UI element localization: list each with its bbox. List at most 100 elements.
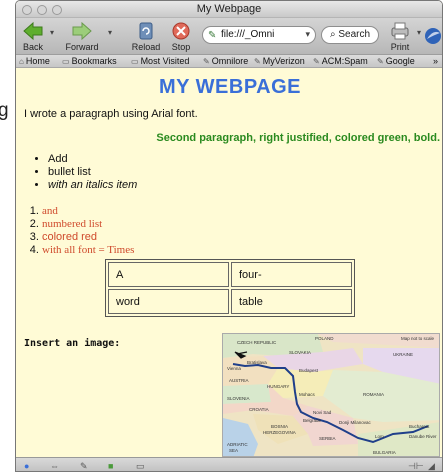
table-row: word table	[108, 289, 352, 314]
map-label: Danube River	[409, 434, 437, 439]
forward-arrow-icon	[72, 21, 92, 41]
map-label: CROATIA	[249, 407, 269, 412]
bookmark-google[interactable]: ✎ Google	[377, 56, 415, 66]
list-item: with all font = Times	[42, 244, 134, 257]
danube-map-image: CZECH REPUBLIC POLAND Map not to scale S…	[222, 333, 440, 457]
search-icon: ⌕	[330, 29, 336, 40]
folder-icon: ▭	[62, 57, 70, 66]
search-button[interactable]: ⌕ Search	[321, 26, 379, 44]
table-cell: A	[108, 262, 229, 287]
bookmarks-overflow-chevron-icon[interactable]: »	[433, 56, 438, 66]
list-item: numbered list	[42, 218, 134, 231]
numbered-list: and numbered list colored red with all f…	[26, 205, 134, 257]
forward-history-chevron-icon[interactable]: ▾	[108, 28, 112, 37]
map-drawing: CZECH REPUBLIC POLAND Map not to scale S…	[223, 334, 439, 456]
title-bar: My Webpage	[16, 1, 442, 18]
back-history-chevron-icon[interactable]: ▾	[50, 28, 54, 37]
bookmark-omnilore[interactable]: ✎ Omnilore	[203, 56, 248, 66]
printer-icon	[391, 22, 409, 40]
status-bar: ● ⇔ ✎ ■ ▭ ⊣⊢ ◢	[16, 457, 442, 471]
print-button[interactable]: Print	[386, 21, 414, 52]
table-row: A four-	[108, 262, 352, 287]
stop-button[interactable]: Stop	[168, 21, 194, 52]
list-item: and	[42, 205, 134, 218]
map-label: Map not to scale	[401, 336, 435, 341]
map-label: Novi Sad	[313, 410, 332, 415]
map-label: SLOVENIA	[227, 396, 250, 401]
map-label: UKRAINE	[393, 352, 413, 357]
reload-button[interactable]: Reload	[130, 21, 162, 52]
status-link-icon[interactable]: ⇔	[50, 461, 59, 471]
insert-image-label: Insert an image:	[24, 338, 121, 349]
green-right-paragraph: Second paragraph, right justified, color…	[156, 132, 440, 144]
map-label: ADRIATIC	[227, 442, 248, 447]
status-sidebar-icon[interactable]: ▭	[136, 461, 145, 471]
page-content: MY WEBPAGE I wrote a paragraph using Ari…	[16, 70, 442, 457]
list-item: with an italics item	[48, 179, 137, 192]
bullet-list: Add bullet list with an italics item	[26, 153, 137, 192]
status-edit-icon[interactable]: ✎	[80, 461, 88, 471]
print-label: Print	[390, 42, 410, 52]
back-label: Back	[22, 42, 43, 52]
status-globe-icon[interactable]: ●	[24, 461, 29, 471]
arial-paragraph: I wrote a paragraph using Arial font.	[24, 108, 198, 120]
bookmark-most-visited[interactable]: ▭ Most Visited	[131, 56, 189, 66]
bookmark-home[interactable]: ⌂ Home	[19, 56, 50, 66]
map-label: Bratislava	[247, 360, 267, 365]
list-item: colored red	[42, 231, 134, 244]
url-field[interactable]: ✎ file:///_Omni ▾	[202, 26, 316, 44]
map-label: Lom	[375, 434, 384, 439]
map-label: SEA	[229, 448, 238, 453]
map-label: Belgrade	[303, 418, 322, 423]
map-label: Vienna	[227, 366, 241, 371]
window-title: My Webpage	[196, 3, 262, 15]
status-addon-icon[interactable]: ■	[108, 461, 113, 471]
url-value: file:///_Omni	[221, 29, 275, 40]
navigation-toolbar: Back ▾ Forward ▾ Reload Stop ✎ file:///_…	[16, 18, 442, 55]
status-resize-icon[interactable]: ◢	[428, 461, 435, 471]
table-cell: table	[231, 289, 352, 314]
bookmark-link-icon: ✎	[203, 57, 210, 66]
map-label: BULGARIA	[373, 450, 396, 455]
forward-label: Forward	[65, 42, 99, 52]
map-label: Mohacs	[299, 392, 316, 397]
map-label: SERBIA	[319, 436, 336, 441]
table-cell: four-	[231, 262, 352, 287]
browser-logo-icon	[425, 28, 441, 44]
page-title: MY WEBPAGE	[158, 76, 302, 98]
back-arrow-icon	[23, 21, 43, 41]
reload-label: Reload	[131, 42, 161, 52]
table-cell: word	[108, 289, 229, 314]
word-table: A four- word table	[105, 259, 355, 317]
search-label: Search	[338, 29, 371, 40]
stop-icon	[172, 22, 190, 40]
bookmark-bookmarks[interactable]: ▭ Bookmarks	[62, 56, 117, 66]
bookmark-acm-spam[interactable]: ✎ ACM:Spam	[313, 56, 368, 66]
map-label: HERZEGOVINA	[263, 430, 296, 435]
url-page-icon: ✎	[208, 30, 217, 41]
stop-label: Stop	[171, 42, 191, 52]
map-label: SLOVAKIA	[289, 350, 311, 355]
forward-button[interactable]: Forward	[60, 21, 104, 52]
bookmark-link-icon: ✎	[254, 57, 261, 66]
status-connection-icon: ⊣⊢	[408, 461, 424, 471]
browser-window: My Webpage Back ▾ Forward ▾ Reload Stop …	[15, 0, 443, 472]
bookmarks-bar: ⌂ Home ▭ Bookmarks ▭ Most Visited ✎ Omnilore…	[16, 55, 442, 68]
list-item: Add	[48, 153, 137, 166]
back-button[interactable]: Back	[19, 21, 47, 52]
reload-icon	[139, 22, 153, 40]
stray-letter: g	[0, 100, 9, 121]
bookmark-myverizon[interactable]: ✎ MyVerizon	[254, 56, 305, 66]
url-dropdown-icon[interactable]: ▾	[305, 29, 310, 40]
map-label: HUNGARY	[267, 384, 289, 389]
map-label: Donji Milanovac	[339, 420, 372, 425]
map-label: POLAND	[315, 336, 334, 341]
map-label: CZECH REPUBLIC	[237, 340, 277, 345]
print-options-chevron-icon[interactable]: ▾	[417, 28, 421, 37]
folder-icon: ▭	[131, 57, 139, 66]
bookmark-link-icon: ✎	[313, 57, 320, 66]
map-label: AUSTRIA	[229, 378, 249, 383]
map-label: Budapest	[299, 368, 319, 373]
map-label: BOSNIA	[271, 424, 288, 429]
slovenia-region	[223, 384, 271, 404]
